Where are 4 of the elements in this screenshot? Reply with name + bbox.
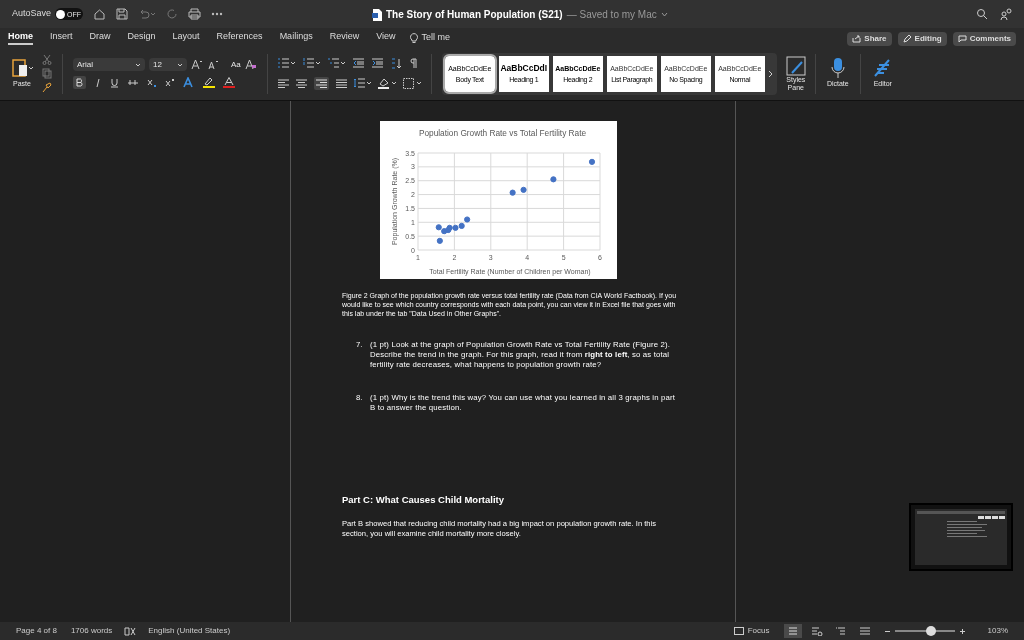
section-heading: Part C: What Causes Child Mortality — [342, 493, 506, 507]
window-title: The Story of Human Population (S21) — [386, 8, 563, 22]
chart-title: Population Growth Rate vs Total Fertility Rate — [418, 128, 586, 138]
autosave-label: AutoSave — [12, 7, 52, 21]
